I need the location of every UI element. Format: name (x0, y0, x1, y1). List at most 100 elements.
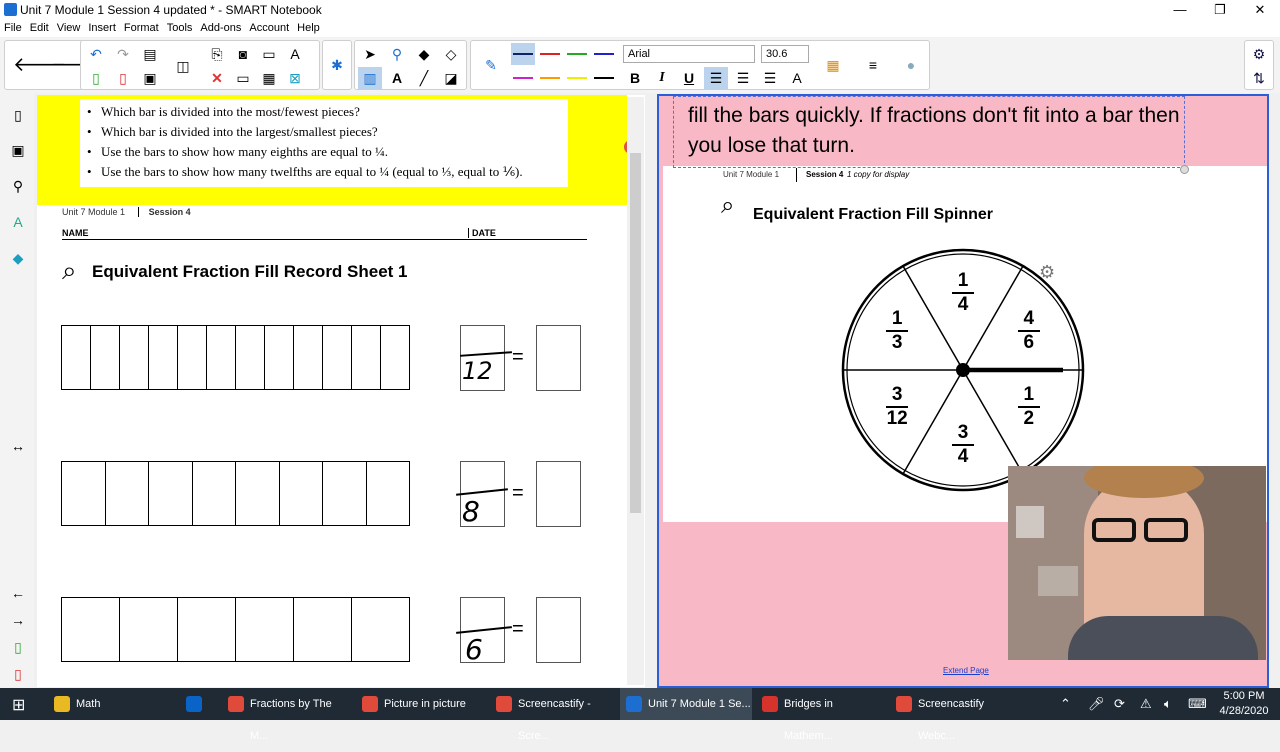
scrollbar-thumb[interactable] (630, 153, 641, 513)
resize-handle[interactable] (1180, 165, 1189, 174)
network-icon[interactable]: ⚠ (1140, 688, 1152, 720)
windows-start-icon[interactable]: ⊞ (12, 695, 25, 715)
align-right-icon[interactable]: ☰ (758, 67, 782, 89)
align-center-icon[interactable]: ☰ (731, 67, 755, 89)
properties-icon[interactable]: A (8, 212, 28, 232)
taskbar-app[interactable]: Math (48, 688, 148, 720)
taskbar-app[interactable]: Screencastify - Scre... (490, 688, 616, 742)
delete-icon[interactable]: ✕ (205, 67, 229, 89)
spinner-title: Equivalent Fraction Fill Spinner (753, 206, 994, 223)
document-camera-icon[interactable]: ▭ (257, 43, 281, 65)
undo-icon[interactable]: ↶ (84, 43, 108, 65)
select-tool-icon[interactable]: ➤ (358, 43, 382, 65)
handwriting-icon[interactable]: A (283, 43, 307, 65)
question-item: Use the bars to show how many eighths ar… (85, 144, 568, 160)
volume-icon[interactable]: 🔈︎ (1164, 688, 1172, 720)
shapes-tool-icon[interactable]: ◆ (412, 43, 436, 65)
taskbar-app[interactable] (180, 688, 216, 720)
taskbar-app[interactable]: Screencastify Webc... (890, 688, 1016, 742)
save-icon[interactable]: ▣ (138, 67, 162, 89)
align-left-icon[interactable]: ☰ (704, 67, 728, 89)
pen-color-navy[interactable] (511, 43, 535, 65)
resize-sidebar-icon[interactable]: ↔ (8, 436, 28, 456)
menu-tools[interactable]: Tools (163, 21, 197, 34)
extend-page-link[interactable]: Extend Page (943, 666, 989, 675)
measure-tool-icon[interactable]: ▥ (358, 67, 382, 89)
tray-up-arrow-icon[interactable]: ⌃ (1060, 688, 1071, 720)
text-format-icon[interactable]: A (785, 67, 809, 89)
magic-pen-icon[interactable]: ⚲ (385, 43, 409, 65)
answer-box[interactable] (536, 597, 581, 663)
redo-icon[interactable]: ↷ (111, 43, 135, 65)
underline-button[interactable]: U (677, 67, 701, 89)
menu-view[interactable]: View (53, 21, 85, 34)
taskbar-app[interactable]: Picture in picture (356, 688, 482, 720)
fill-tool-icon[interactable]: ◇ (439, 43, 463, 65)
menu-add-ons[interactable]: Add-ons (196, 21, 245, 34)
eraser-tool-icon[interactable]: ◪ (439, 67, 463, 89)
toolbar-position-icon[interactable]: ⇅ (1247, 67, 1271, 89)
addons-sidebar-icon[interactable]: ◆ (8, 248, 28, 268)
add-page-icon[interactable]: ▯ (84, 67, 108, 89)
menu-file[interactable]: File (0, 21, 26, 34)
page-sorter-icon[interactable]: ▯ (8, 105, 28, 125)
previous-page-arrow-icon[interactable]: 🡐 (13, 54, 67, 76)
font-size-select[interactable]: 30.6 (761, 45, 809, 63)
open-file-icon[interactable]: ▤ (138, 43, 162, 65)
screen-shade-icon[interactable]: ◫ (171, 55, 195, 77)
taskbar-app[interactable]: Bridges in Mathem... (756, 688, 882, 742)
taskbar-app[interactable]: Fractions by The M... (222, 688, 348, 742)
font-family-select[interactable]: Arial (623, 45, 755, 63)
next-page-arrow-icon[interactable]: 🡒 (51, 54, 105, 76)
maximize-button[interactable]: ❐ (1200, 0, 1240, 20)
menu-help[interactable]: Help (293, 21, 324, 34)
gear-icon[interactable]: ⚙ (1247, 43, 1271, 65)
pen-color-red[interactable] (538, 43, 562, 65)
attachments-icon[interactable]: ⚲ (8, 176, 28, 196)
taskbar-app[interactable]: Unit 7 Module 1 Se... (620, 688, 752, 720)
paste-icon[interactable]: ⎘ (205, 43, 229, 65)
gallery-icon[interactable]: ▣ (8, 140, 28, 160)
line-properties-icon[interactable]: ≡ (861, 54, 885, 76)
sidebar-add-page-icon[interactable]: ▯ (8, 637, 28, 657)
keyboard-icon[interactable]: ⌨ (1188, 688, 1207, 720)
text-tool-icon[interactable]: A (385, 67, 409, 89)
rotate-handle-gear-icon[interactable]: ⚙ (1039, 262, 1055, 283)
close-button[interactable]: ✕ (1240, 0, 1280, 20)
pen-color-blue[interactable] (592, 43, 616, 65)
pen-tool-icon[interactable]: ✎ (479, 54, 503, 76)
menu-account[interactable]: Account (245, 21, 293, 34)
clock-date[interactable]: 4/28/2020 (1216, 705, 1272, 717)
color-palette-icon[interactable]: ▦ (821, 54, 845, 76)
pen-style-dashed[interactable] (592, 67, 616, 89)
sidebar-next-page-icon[interactable]: → (8, 610, 28, 630)
pen-color-yellow[interactable] (565, 67, 589, 89)
clear-icon[interactable]: ⊠ (283, 67, 307, 89)
answer-box[interactable] (536, 461, 581, 527)
bold-button[interactable]: B (623, 67, 647, 89)
header-unit: Unit 7 Module 1 (62, 207, 126, 217)
sidebar-delete-page-icon[interactable]: ▯ (8, 664, 28, 684)
pen-color-magenta[interactable] (511, 67, 535, 89)
table-icon[interactable]: ▦ (257, 67, 281, 89)
delete-page-icon[interactable]: ▯ (111, 67, 135, 89)
instruction-textbox[interactable]: fill the bars quickly. If fractions don'… (673, 96, 1185, 168)
microphone-icon[interactable]: 🎤︎ (1088, 688, 1105, 720)
fullscreen-icon[interactable]: ▭ (231, 67, 255, 89)
italic-button[interactable]: I (650, 67, 674, 89)
menu-insert[interactable]: Insert (84, 21, 120, 34)
pen-color-green[interactable] (565, 43, 589, 65)
sync-icon[interactable]: ⟳ (1114, 688, 1125, 720)
answer-box[interactable] (536, 325, 581, 391)
menu-edit[interactable]: Edit (26, 21, 53, 34)
clock-time[interactable]: 5:00 PM (1216, 690, 1272, 702)
addons-icon[interactable]: ✱ (325, 54, 349, 76)
sidebar-prev-page-icon[interactable]: ← (8, 583, 28, 603)
minimize-button[interactable]: — (1160, 0, 1200, 20)
left-page-scrollbar[interactable] (627, 97, 644, 685)
pen-color-orange[interactable] (538, 67, 562, 89)
line-tool-icon[interactable]: ╱ (412, 67, 436, 89)
effects-icon[interactable]: ● (899, 54, 923, 76)
menu-format[interactable]: Format (120, 21, 163, 34)
capture-icon[interactable]: ◙ (231, 43, 255, 65)
